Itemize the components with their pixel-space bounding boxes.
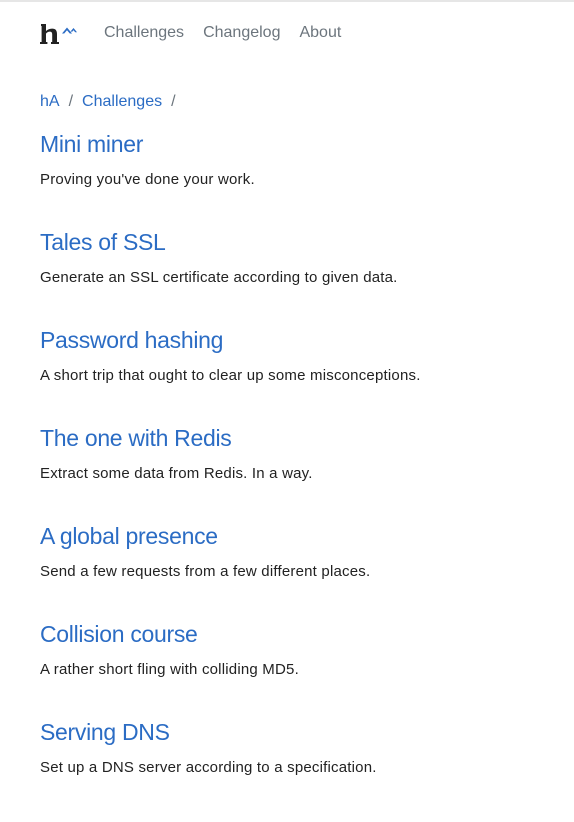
challenge-description: Send a few requests from a few different… <box>40 563 371 580</box>
nav-link-challenges[interactable]: Challenges <box>104 22 184 44</box>
challenge-title-link[interactable]: A global presence <box>40 520 560 552</box>
challenge-item: A global presence Send a few requests fr… <box>40 520 560 618</box>
challenge-title-link[interactable]: Collision course <box>40 618 560 650</box>
challenge-item: Mini miner Proving you've done your work… <box>40 128 560 226</box>
challenge-item: Tales of SSL Generate an SSL certificate… <box>40 226 560 324</box>
challenge-description: Extract some data from Redis. In a way. <box>40 465 313 482</box>
challenge-title-link[interactable]: Serving DNS <box>40 716 560 748</box>
breadcrumb-home-link[interactable]: hA <box>40 92 60 112</box>
challenge-description: Proving you've done your work. <box>40 171 255 188</box>
nav-links: Challenges Changelog About <box>104 22 360 44</box>
challenge-description: A rather short fling with colliding MD5. <box>40 661 299 678</box>
challenge-list: Mini miner Proving you've done your work… <box>40 128 560 814</box>
challenge-description: A short trip that ought to clear up some… <box>40 367 421 384</box>
challenge-title-link[interactable]: Password hashing <box>40 324 560 356</box>
challenge-title-link[interactable]: Mini miner <box>40 128 560 160</box>
breadcrumb-separator: / <box>171 93 176 110</box>
nav-link-about[interactable]: About <box>299 22 341 44</box>
breadcrumb: hA / Challenges / <box>40 92 185 112</box>
challenge-item: The one with Redis Extract some data fro… <box>40 422 560 520</box>
challenge-title-link[interactable]: The one with Redis <box>40 422 560 454</box>
challenge-item: Password hashing A short trip that ought… <box>40 324 560 422</box>
challenge-item: Collision course A rather short fling wi… <box>40 618 560 716</box>
challenge-description: Set up a DNS server according to a speci… <box>40 759 377 776</box>
challenge-description: Generate an SSL certificate according to… <box>40 269 398 286</box>
breadcrumb-separator: / <box>68 93 74 110</box>
navbar: Challenges Changelog About <box>0 2 574 62</box>
challenge-item: Serving DNS Set up a DNS server accordin… <box>40 716 560 814</box>
challenge-title-link[interactable]: Tales of SSL <box>40 226 560 258</box>
nav-link-changelog[interactable]: Changelog <box>203 22 280 44</box>
breadcrumb-challenges-link[interactable]: Challenges <box>82 92 162 112</box>
hackattic-logo-icon[interactable] <box>40 22 78 44</box>
